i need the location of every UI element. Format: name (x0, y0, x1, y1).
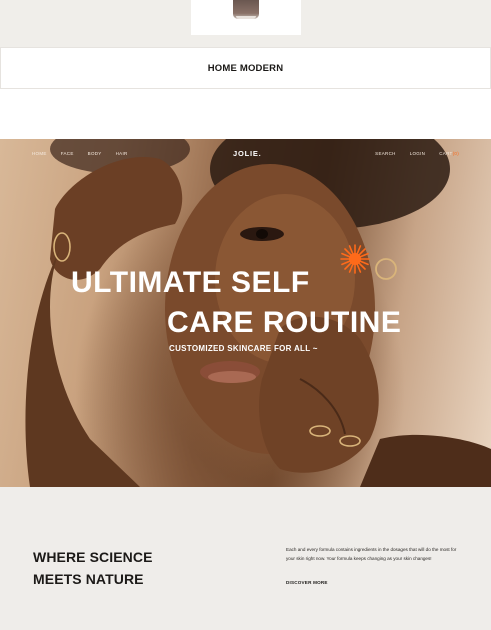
template-caption-bar: HOME MODERN (0, 47, 491, 89)
brand-logo[interactable]: JOLIE. (233, 149, 262, 158)
product-image (233, 0, 259, 19)
nav-search-link[interactable]: SEARCH (375, 151, 396, 156)
hero-subheadline: CUSTOMIZED SKINCARE FOR ALL ~ (169, 344, 318, 353)
nav-right-links: SEARCH LOGIN CART(0) (375, 151, 459, 156)
section-paragraph: Each and every formula contains ingredie… (286, 547, 457, 561)
nav-face-link[interactable]: FACE (61, 151, 74, 156)
template-caption: HOME MODERN (207, 62, 284, 74)
top-navigation: HOME FACE BODY HAIR JOLIE. SEARCH LOGIN … (0, 139, 491, 169)
hero-headline-line1: ULTIMATE SELF (71, 266, 310, 299)
section-heading-line1: WHERE SCIENCE (33, 549, 153, 565)
cart-count-badge: (0) (452, 151, 459, 156)
nav-cart-link[interactable]: CART(0) (439, 151, 459, 156)
product-card[interactable] (191, 0, 301, 35)
science-nature-section: WHERE SCIENCE MEETS NATURE Each and ever… (0, 487, 491, 630)
discover-more-link[interactable]: DISCOVER MORE (286, 580, 328, 585)
nav-login-link[interactable]: LOGIN (410, 151, 426, 156)
nav-left-links: HOME FACE BODY HAIR (32, 151, 128, 156)
nav-home-link[interactable]: HOME (32, 151, 47, 156)
cart-label: CART (439, 151, 453, 156)
section-heading: WHERE SCIENCE MEETS NATURE (33, 547, 153, 590)
hero-banner: HOME FACE BODY HAIR JOLIE. SEARCH LOGIN … (0, 139, 491, 487)
product-grid-section (0, 0, 491, 47)
nav-body-link[interactable]: BODY (88, 151, 102, 156)
sun-burst-icon (340, 244, 370, 274)
hero-headline-line2: CARE ROUTINE (167, 306, 402, 339)
nav-hair-link[interactable]: HAIR (116, 151, 128, 156)
section-heading-line2: MEETS NATURE (33, 570, 144, 587)
